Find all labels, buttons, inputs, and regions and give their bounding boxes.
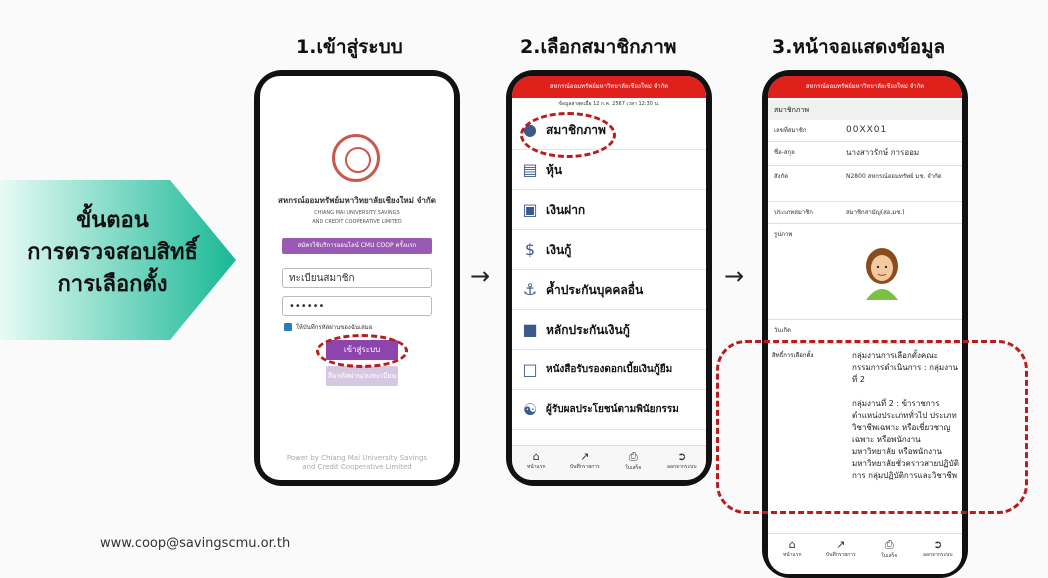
tab-record[interactable]: ↗ บันทึกรายการ [561,446,610,480]
register-online-button[interactable]: สมัครใช้บริการออนไลน์ CMU COOP ครั้งแรก [282,238,432,254]
menu-item-beneficiary[interactable]: ☯ ผู้รับผลประโยชน์ตามพินัยกรรม [512,390,706,430]
arrow-right-icon: → [470,262,491,290]
side-heading: ขั้นตอน การตรวจสอบสิทธิ์ การเลือกตั้ง [10,205,215,301]
remember-label: ให้บันทึกรหัสผ่านของฉันเสมอ [296,324,373,331]
row-label: ชื่อ-สกุล [774,149,795,156]
arrow-right-icon: → [724,262,745,290]
menu-label: หุ้น [546,163,563,177]
app-header: สหกรณ์ออมทรัพย์มหาวิทยาลัยเชียงใหม่ จำกั… [768,76,962,98]
powered-by-line-2: and Credit Cooperative Limited [302,463,412,471]
tab-receipt[interactable]: ⎙ ใบเสร็จ [865,534,914,574]
login-screen: สหกรณ์ออมทรัพย์มหาวิทยาลัยเชียงใหม่ จำกั… [260,76,454,480]
tab-logout[interactable]: ➲ ออกจากระบบ [658,446,707,480]
pdf-icon: □ [522,360,538,379]
menu-screen: สหกรณ์ออมทรัพย์มหาวิทยาลัยเชียงใหม่ จำกั… [512,76,706,480]
home-icon: ⌂ [788,538,796,551]
org-name-th: สหกรณ์ออมทรัพย์มหาวิทยาลัยเชียงใหม่ จำกั… [278,196,436,205]
tab-label: ใบเสร็จ [625,465,642,471]
printer-icon: ⎙ [884,538,894,551]
tab-label: ใบเสร็จ [881,553,898,559]
info-row: ชื่อ-สกุล นางสาวรักษ์ การออม [768,142,962,166]
remember-checkbox[interactable] [284,323,292,331]
app-header: สหกรณ์ออมทรัพย์มหาวิทยาลัยเชียงใหม่ จำกั… [512,76,706,98]
menu-label: หนังสือรับรองดอกเบี้ยเงินกู้ยืม [546,364,673,375]
chart-icon: ↗ [580,450,590,463]
highlight-box [716,340,1028,514]
tab-label: หน้าแรก [783,552,802,558]
tab-logout[interactable]: ➲ ออกจากระบบ [914,534,963,574]
password-input[interactable]: •••••• [282,296,432,316]
menu-item-loan[interactable]: $ เงินกู้ [512,230,706,270]
bottom-tabbar: ⌂ หน้าแรก ↗ บันทึกรายการ ⎙ ใบเสร็จ ➲ ออกจากร… [768,533,962,574]
main-menu: ● สมาชิกภาพ ▤ หุ้น ▣ เงินฝาก $ เงินกู้ ⚓ [512,110,706,430]
menu-label: ค้ำประกันบุคคลอื่น [546,283,644,297]
chart-icon: ↗ [836,538,846,551]
beneficiary-icon: ☯ [522,400,538,419]
menu-label: เงินฝาก [546,203,586,217]
guarantor-icon: ⚓ [522,280,538,299]
row-label: สังกัด [774,173,789,180]
row-value: สมาชิกสามัญ(สอ.มช.) [846,209,905,216]
tab-label: บันทึกรายการ [569,464,600,470]
menu-label: หลักประกันเงินกู้ [546,323,630,337]
info-row: ประเภทสมาชิก สมาชิกสามัญ(สอ.มช.) [768,202,962,224]
tab-label: ออกจากระบบ [922,552,953,558]
org-name-en-2: AND CREDIT COOPERATIVE LIMITED [312,219,402,225]
tab-receipt[interactable]: ⎙ ใบเสร็จ [609,446,658,480]
step-3-title: 3.หน้าจอแสดงข้อมูล [772,36,946,58]
printer-icon: ⎙ [628,450,638,463]
member-id-input[interactable]: ทะเบียนสมาชิก [282,268,432,288]
info-row: รูปภาพ [768,224,962,320]
menu-item-deposit[interactable]: ▣ เงินฝาก [512,190,706,230]
info-row: สังกัด N2800 สหกรณ์ออมทรัพย์ มช. จำกัด [768,166,962,202]
forgot-password-button[interactable]: ลืมรหัสผ่าน/ลงทะเบียนใหม่ [326,366,398,400]
logout-icon: ➲ [933,538,943,551]
row-label: รูปภาพ [774,231,793,238]
side-heading-line-2: การตรวจสอบสิทธิ์ [27,240,198,265]
tab-label: บันทึกรายการ [825,552,856,558]
row-label: ประเภทสมาชิก [774,209,813,216]
menu-item-collateral[interactable]: ■ หลักประกันเงินกู้ [512,310,706,350]
collateral-icon: ■ [522,320,538,339]
shares-icon: ▤ [522,160,538,179]
row-value: N2800 สหกรณ์ออมทรัพย์ มช. จำกัด [846,173,942,180]
menu-item-shares[interactable]: ▤ หุ้น [512,150,706,190]
step-1-title: 1.เข้าสู่ระบบ [296,36,403,58]
home-icon: ⌂ [532,450,540,463]
phone-menu: สหกรณ์ออมทรัพย์มหาวิทยาลัยเชียงใหม่ จำกั… [506,70,712,486]
phone-login: สหกรณ์ออมทรัพย์มหาวิทยาลัยเชียงใหม่ จำกั… [254,70,460,486]
tab-home[interactable]: ⌂ หน้าแรก [768,534,817,574]
menu-label: เงินกู้ [546,243,572,257]
last-updated: ข้อมูลล่าสุดเมื่อ 12 ก.ค. 2567 เวลา 12:3… [558,101,660,107]
step-2-title: 2.เลือกสมาชิกภาพ [520,36,677,58]
logout-icon: ➲ [677,450,687,463]
powered-by-line-1: Power by Chiang Mai University Savings [286,454,428,462]
canvas: ขั้นตอน การตรวจสอบสิทธิ์ การเลือกตั้ง 1.… [0,0,1048,578]
loan-icon: $ [524,240,536,259]
tab-label: หน้าแรก [527,464,546,470]
side-heading-line-3: การเลือกตั้ง [57,272,168,297]
row-value: นางสาวรักษ์ การออม [846,148,920,157]
highlight-oval [316,334,408,368]
footer-url[interactable]: www.coop@savingscmu.or.th [100,536,290,551]
menu-item-certificate[interactable]: □ หนังสือรับรองดอกเบี้ยเงินกู้ยืม [512,350,706,390]
avatar [860,244,904,300]
side-heading-line-1: ขั้นตอน [76,208,149,233]
row-label: วันเกิด [774,327,792,334]
deposit-icon: ▣ [522,200,538,219]
org-name-en-1: CHIANG MAI UNIVERSITY SAVINGS [314,210,400,216]
tab-record[interactable]: ↗ บันทึกรายการ [817,534,866,574]
bottom-tabbar: ⌂ หน้าแรก ↗ บันทึกรายการ ⎙ ใบเสร็จ ➲ ออกจากร… [512,445,706,480]
section-title: สมาชิกภาพ [768,100,962,120]
row-value: 00XX01 [846,125,888,135]
row-label: เลขที่สมาชิก [774,127,807,134]
info-row: เลขที่สมาชิก 00XX01 [768,120,962,142]
menu-label: ผู้รับผลประโยชน์ตามพินัยกรรม [546,404,679,415]
tab-home[interactable]: ⌂ หน้าแรก [512,446,561,480]
tab-label: ออกจากระบบ [666,464,697,470]
menu-item-guarantor[interactable]: ⚓ ค้ำประกันบุคคลอื่น [512,270,706,310]
highlight-oval [520,112,616,158]
coop-logo [332,134,380,182]
